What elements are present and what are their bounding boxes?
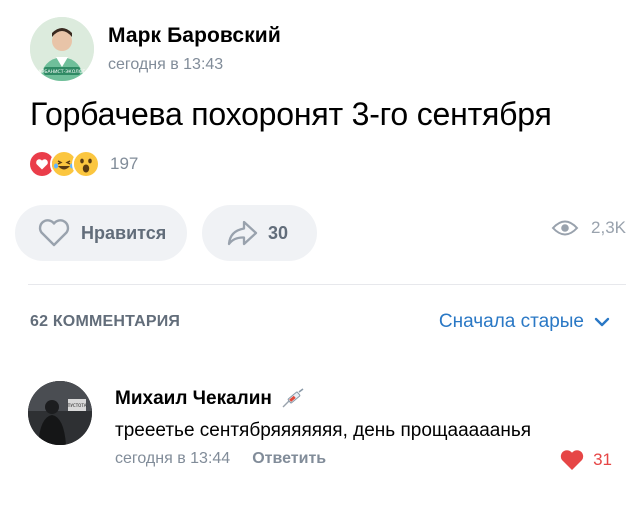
comment-like-button[interactable]: 31 [559,449,612,471]
author-avatar[interactable]: УРБАНИСТ-ЭКОЛОГ [30,17,94,81]
avatar-caption: УРБАНИСТ-ЭКОЛОГ [39,69,86,75]
reactions-summary[interactable]: 197 [28,149,138,179]
views-counter: 2,3K [551,218,626,238]
heart-outline-icon [38,219,70,247]
comment-author-name[interactable]: Михаил Чекалин [115,388,272,410]
commenter-avatar-caption: ПУСТОТА [67,403,86,408]
comments-count: 62 КОММЕНТАРИЯ [30,313,181,330]
share-count: 30 [268,222,289,243]
comment-author-row: Михаил Чекалин [115,388,306,410]
author-block: Марк Баровский сегодня в 13:43 [108,24,281,74]
sort-comments-button[interactable]: Сначала старые [439,311,610,333]
eye-icon [551,220,579,236]
comment-like-count: 31 [593,450,612,469]
like-label: Нравится [81,222,167,243]
reply-button[interactable]: Ответить [252,450,326,468]
divider [28,284,626,285]
reactions-count: 197 [110,154,139,173]
heart-filled-icon [560,450,584,470]
views-count: 2,3K [591,218,626,237]
comment-time: сегодня в 13:44 [115,450,231,467]
like-button[interactable]: Нравится [15,205,187,261]
commenter-avatar-image: ПУСТОТА [28,381,92,445]
post-time: сегодня в 13:43 [108,56,224,73]
share-button[interactable]: 30 [202,205,317,261]
comment-text: трееетье сентябряяяяяяя, день прощааааан… [115,420,532,441]
sort-label: Сначала старые [438,311,584,332]
syringe-icon [282,388,304,408]
chevron-down-icon [594,317,610,327]
comment-meta: сегодня в 13:44 Ответить [115,450,326,468]
author-name[interactable]: Марк Баровский [108,24,281,48]
post-text: Горбачева похоронят 3-го сентября [30,96,552,132]
surprised-reaction-icon [72,150,100,178]
share-arrow-icon [227,220,258,246]
post-header: УРБАНИСТ-ЭКОЛОГ Марк Баровский сегодня в… [30,14,281,84]
commenter-avatar[interactable]: ПУСТОТА [28,381,92,445]
author-avatar-image: УРБАНИСТ-ЭКОЛОГ [30,17,94,81]
